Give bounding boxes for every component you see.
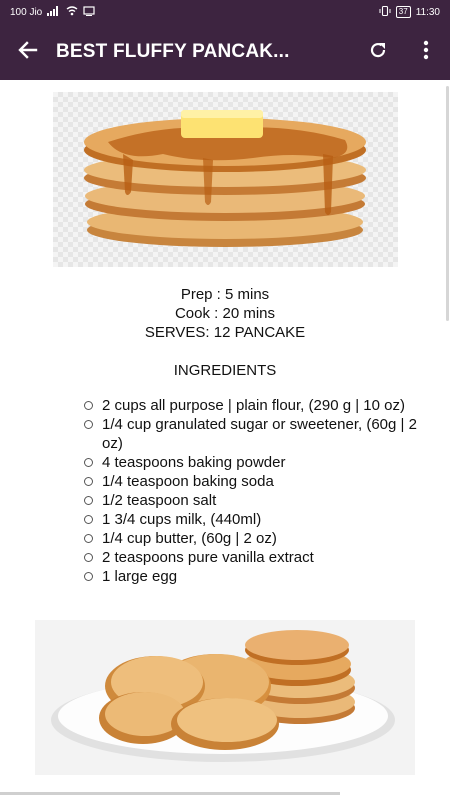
list-item: 1/4 teaspoon baking soda: [80, 472, 440, 491]
recipe-content[interactable]: Prep : 5 mins Cook : 20 mins SERVES: 12 …: [0, 80, 450, 800]
refresh-button[interactable]: [354, 24, 402, 80]
list-item: 2 cups all purpose | plain flour, (290 g…: [80, 396, 440, 415]
bullet-icon: [84, 401, 93, 410]
ingredient-text: 1/4 cup granulated sugar or sweetener, (…: [102, 416, 417, 452]
bullet-icon: [84, 458, 93, 467]
bullet-icon: [84, 515, 93, 524]
app-bar-actions: [354, 24, 450, 80]
bullet-icon: [84, 477, 93, 486]
pancake-stack-image: [53, 92, 398, 267]
ingredients-list: 2 cups all purpose | plain flour, (290 g…: [80, 396, 440, 586]
ingredient-text: 2 cups all purpose | plain flour, (290 g…: [102, 397, 405, 414]
bullet-icon: [84, 572, 93, 581]
refresh-icon: [368, 40, 388, 65]
ingredient-text: 1/4 teaspoon baking soda: [102, 473, 274, 490]
list-item: 2 teaspoons pure vanilla extract: [80, 548, 440, 567]
ingredients-heading: INGREDIENTS: [173, 362, 277, 379]
battery-icon: 37: [395, 6, 411, 18]
vibrate-icon: [379, 5, 391, 19]
back-button[interactable]: [0, 24, 56, 80]
list-item: 4 teaspoons baking powder: [80, 453, 440, 472]
bullet-icon: [84, 420, 93, 429]
ingredient-text: 2 teaspoons pure vanilla extract: [102, 549, 314, 566]
list-item: 1 large egg: [80, 567, 440, 586]
recipe-meta: Prep : 5 mins Cook : 20 mins SERVES: 12 …: [0, 285, 450, 342]
more-options-button[interactable]: [402, 24, 450, 80]
list-item: 1/4 cup granulated sugar or sweetener, (…: [80, 415, 440, 453]
ingredient-text: 1 large egg: [102, 568, 178, 585]
arrow-back-icon: [18, 40, 38, 65]
ingredient-text: 1/2 teaspoon salt: [102, 492, 217, 509]
bullet-icon: [84, 553, 93, 562]
clock: 11:30: [415, 6, 440, 18]
app-bar: BEST FLUFFY PANCAK...: [0, 24, 450, 80]
more-vert-icon: [423, 40, 429, 65]
list-item: 1/2 teaspoon salt: [80, 491, 440, 510]
horizontal-scrollbar[interactable]: [0, 792, 340, 795]
signal-icon: [47, 5, 61, 19]
carrier-label: 100 Jio: [10, 6, 43, 18]
bullet-icon: [84, 496, 93, 505]
status-left: 100 Jio: [10, 5, 95, 19]
list-item: 1 3/4 cups milk, (440ml): [80, 510, 440, 529]
ingredient-text: 4 teaspoons baking powder: [102, 454, 286, 471]
prep-time: Prep : 5 mins: [180, 286, 270, 303]
ingredient-text: 1 3/4 cups milk, (440ml): [102, 511, 262, 528]
page-title: BEST FLUFFY PANCAK...: [56, 41, 290, 62]
pancake-plate-image: [35, 620, 415, 775]
status-bar: 100 Jio 37 11:30: [0, 0, 450, 24]
bullet-icon: [84, 534, 93, 543]
status-right: 37 11:30: [379, 5, 440, 19]
list-item: 1/4 cup butter, (60g | 2 oz): [80, 529, 440, 548]
vertical-scrollbar[interactable]: [446, 86, 449, 321]
wifi-icon: [66, 5, 78, 19]
ingredient-text: 1/4 cup butter, (60g | 2 oz): [102, 530, 277, 547]
cook-time: Cook : 20 mins: [174, 305, 276, 322]
screen-icon: [83, 5, 95, 19]
serves: SERVES: 12 PANCAKE: [144, 324, 306, 341]
